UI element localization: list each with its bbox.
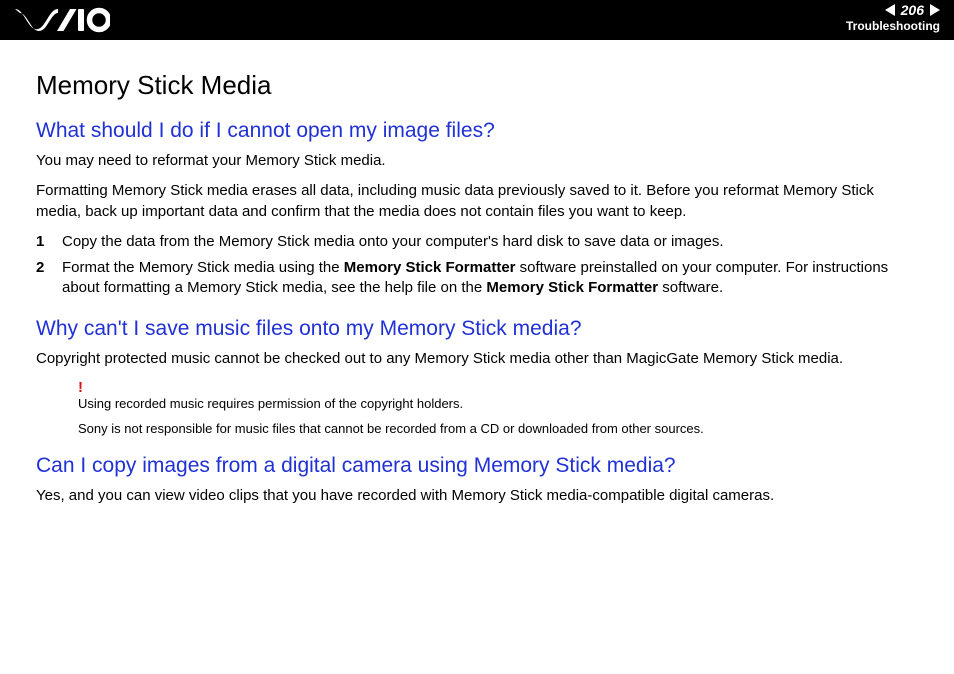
q3-p1: Yes, and you can view video clips that y… <box>36 486 918 506</box>
step-number: 2 <box>36 258 62 299</box>
section-label: Troubleshooting <box>846 19 940 33</box>
page-nav: 206 <box>846 2 940 18</box>
page-header: 206 Troubleshooting <box>0 0 954 40</box>
step-text: Copy the data from the Memory Stick medi… <box>62 232 918 252</box>
bold-text: Memory Stick Formatter <box>344 259 516 276</box>
page-title: Memory Stick Media <box>36 70 918 101</box>
q1-steps: 1 Copy the data from the Memory Stick me… <box>36 232 918 299</box>
q2-note1: Using recorded music requires permission… <box>78 396 918 411</box>
q1-step1: 1 Copy the data from the Memory Stick me… <box>36 232 918 252</box>
q2-heading: Why can't I save music files onto my Mem… <box>36 317 918 341</box>
vaio-logo-icon <box>14 6 110 34</box>
q2-note2: Sony is not responsible for music files … <box>78 421 918 436</box>
next-page-icon[interactable] <box>930 4 940 16</box>
text: Format the Memory Stick media using the <box>62 259 344 276</box>
q2-p1: Copyright protected music cannot be chec… <box>36 349 918 369</box>
page-content: Memory Stick Media What should I do if I… <box>0 40 954 506</box>
page-number: 206 <box>901 2 924 18</box>
step-number: 1 <box>36 232 62 252</box>
q2-warning: ! Using recorded music requires permissi… <box>78 379 918 436</box>
step-text: Format the Memory Stick media using the … <box>62 258 918 299</box>
q1-p2: Formatting Memory Stick media erases all… <box>36 181 918 222</box>
vaio-logo <box>14 6 110 39</box>
q1-heading: What should I do if I cannot open my ima… <box>36 119 918 143</box>
warning-icon: ! <box>78 379 918 396</box>
bold-text: Memory Stick Formatter <box>486 279 658 296</box>
prev-page-icon[interactable] <box>885 4 895 16</box>
q1-step2: 2 Format the Memory Stick media using th… <box>36 258 918 299</box>
header-right: 206 Troubleshooting <box>846 2 940 33</box>
q3-heading: Can I copy images from a digital camera … <box>36 454 918 478</box>
text: software. <box>658 279 723 296</box>
q1-p1: You may need to reformat your Memory Sti… <box>36 151 918 171</box>
